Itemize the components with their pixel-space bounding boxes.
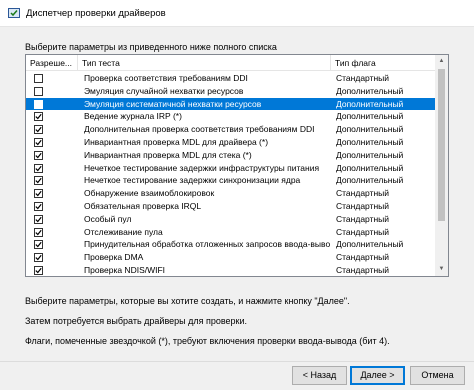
row-checkbox[interactable]	[34, 240, 43, 250]
test-name-cell: Эмуляция случайной нехватки ресурсов	[84, 85, 244, 96]
checkmark-icon	[35, 165, 42, 171]
checkmark-icon	[35, 267, 42, 274]
row-checkbox[interactable]	[34, 137, 43, 147]
flag-type-cell: Стандартный	[336, 252, 390, 263]
checkmark-icon	[35, 242, 42, 248]
test-name-cell: Инвариантная проверка MDL для драйвера (…	[84, 136, 269, 147]
row-checkbox[interactable]	[34, 265, 43, 275]
flag-type-cell: Дополнительный	[336, 175, 404, 186]
next-button[interactable]: Далее >	[350, 366, 405, 385]
row-checkbox[interactable]	[34, 176, 43, 186]
list-header: Разреше... Тип теста Тип флага	[26, 55, 436, 71]
checkmark-icon	[35, 114, 42, 120]
checkmark-icon	[35, 139, 42, 146]
row-checkbox[interactable]	[34, 125, 43, 135]
list-rows: Проверка соответствия требованиям DDI Ста…	[26, 72, 436, 276]
row-checkbox[interactable]	[34, 189, 43, 199]
row-checkbox[interactable]	[34, 214, 43, 224]
checkmark-icon	[35, 216, 42, 223]
test-name-cell: Проверка соответствия требованиям DDI	[84, 73, 248, 83]
table-row[interactable]: Дополнительная проверка соответствия тре…	[26, 123, 436, 136]
test-name-cell: Дополнительная проверка соответствия тре…	[84, 124, 315, 135]
cancel-button[interactable]: Отмена	[410, 366, 465, 385]
back-button[interactable]: < Назад	[292, 366, 347, 385]
vertical-scrollbar[interactable]: ▲ ▼	[435, 55, 448, 276]
table-row[interactable]: Инвариантная проверка MDL для стека (*) Д…	[26, 149, 436, 162]
window-title: Диспетчер проверки драйверов	[26, 8, 166, 19]
row-checkbox[interactable]	[34, 74, 43, 83]
table-row[interactable]: Нечеткое тестирование задержки синхрониз…	[26, 174, 436, 187]
checkmark-icon	[35, 254, 42, 261]
table-row[interactable]: Эмуляция систематичной нехватки ресурсов…	[26, 97, 436, 111]
table-row[interactable]: Обязательная проверка IRQL Стандартный	[26, 200, 436, 213]
scroll-up-arrow-icon[interactable]: ▲	[435, 55, 448, 68]
row-checkbox[interactable]	[34, 201, 43, 211]
hint-select-options: Выберите параметры, которые вы хотите со…	[25, 296, 350, 306]
flag-type-cell: Стандартный	[336, 213, 390, 224]
column-header-flag-type[interactable]: Тип флага	[331, 55, 436, 71]
table-row[interactable]: Принудительная обработка отложенных запр…	[26, 238, 436, 251]
row-checkbox[interactable]	[34, 227, 43, 237]
title-bar: Диспетчер проверки драйверов	[0, 0, 474, 27]
row-checkbox[interactable]	[34, 163, 43, 173]
table-row[interactable]: Нечеткое тестирование задержки инфрастру…	[26, 162, 436, 175]
row-checkbox[interactable]	[34, 86, 43, 96]
table-row[interactable]: Эмуляция случайной нехватки ресурсов Допо…	[26, 85, 436, 98]
table-row[interactable]: Обнаружение взаимоблокировок Стандартный	[26, 187, 436, 200]
flag-type-cell: Стандартный	[336, 264, 390, 275]
instruction-label: Выберите параметры из приведенного ниже …	[25, 42, 277, 52]
flag-type-cell: Стандартный	[336, 188, 390, 199]
footer-divider	[0, 361, 474, 362]
test-name-cell: Проверка NDIS/WIFI	[84, 264, 166, 275]
flag-type-cell: Стандартный	[336, 200, 390, 211]
tests-list[interactable]: Разреше... Тип теста Тип флага Проверка …	[25, 54, 449, 277]
checkmark-icon	[35, 190, 42, 197]
row-checkbox[interactable]	[34, 150, 43, 160]
flag-type-cell: Дополнительный	[336, 85, 404, 96]
column-header-test-type[interactable]: Тип теста	[78, 55, 331, 71]
table-row[interactable]: Инвариантная проверка MDL для драйвера (…	[26, 136, 436, 149]
test-name-cell: Эмуляция систематичной нехватки ресурсов	[84, 98, 262, 109]
table-row[interactable]: Ведение журнала IRP (*) Дополнительный	[26, 110, 436, 123]
checkmark-icon	[35, 101, 42, 107]
test-name-cell: Проверка DMA	[84, 252, 144, 263]
checkmark-icon	[35, 178, 42, 184]
flag-type-cell: Дополнительный	[336, 162, 404, 173]
flag-type-cell: Дополнительный	[336, 136, 404, 147]
hint-select-drivers: Затем потребуется выбрать драйверы для п…	[25, 316, 248, 326]
test-name-cell: Принудительная обработка отложенных запр…	[84, 239, 330, 250]
flag-type-cell: Стандартный	[336, 226, 390, 237]
row-checkbox[interactable]	[34, 253, 43, 263]
scrollbar-thumb[interactable]	[438, 69, 445, 221]
table-row[interactable]: Отслеживание пула Стандартный	[26, 226, 436, 239]
flag-type-cell: Дополнительный	[336, 239, 404, 250]
flag-type-cell: Стандартный	[336, 73, 390, 83]
driver-verifier-app-icon	[8, 7, 20, 19]
row-checkbox[interactable]	[34, 112, 43, 122]
flag-type-cell: Дополнительный	[336, 124, 404, 135]
checkmark-icon	[35, 229, 42, 235]
table-row[interactable]: Проверка соответствия требованиям DDI Ста…	[26, 72, 436, 85]
column-header-enabled[interactable]: Разреше...	[26, 55, 78, 71]
test-name-cell: Отслеживание пула	[84, 226, 163, 237]
test-name-cell: Обнаружение взаимоблокировок	[84, 188, 215, 199]
test-name-cell: Особый пул	[84, 213, 132, 224]
checkmark-icon	[35, 203, 42, 210]
flag-type-cell: Дополнительный	[336, 149, 404, 160]
test-name-cell: Ведение журнала IRP (*)	[84, 111, 182, 122]
row-checkbox[interactable]	[34, 99, 43, 109]
checkmark-icon	[35, 127, 42, 133]
test-name-cell: Инвариантная проверка MDL для стека (*)	[84, 149, 252, 160]
flag-type-cell: Дополнительный	[336, 98, 404, 109]
test-name-cell: Нечеткое тестирование задержки инфрастру…	[84, 162, 320, 173]
scroll-down-arrow-icon[interactable]: ▼	[435, 263, 448, 276]
test-name-cell: Нечеткое тестирование задержки синхрониз…	[84, 175, 301, 186]
checkmark-icon	[35, 152, 42, 159]
table-row[interactable]: Особый пул Стандартный	[26, 213, 436, 226]
table-row[interactable]: Проверка DMA Стандартный	[26, 251, 436, 264]
hint-asterisk-flags: Флаги, помеченные звездочкой (*), требую…	[25, 336, 390, 346]
flag-type-cell: Дополнительный	[336, 111, 404, 122]
test-name-cell: Обязательная проверка IRQL	[84, 200, 202, 211]
table-row[interactable]: Проверка NDIS/WIFI Стандартный	[26, 264, 436, 276]
